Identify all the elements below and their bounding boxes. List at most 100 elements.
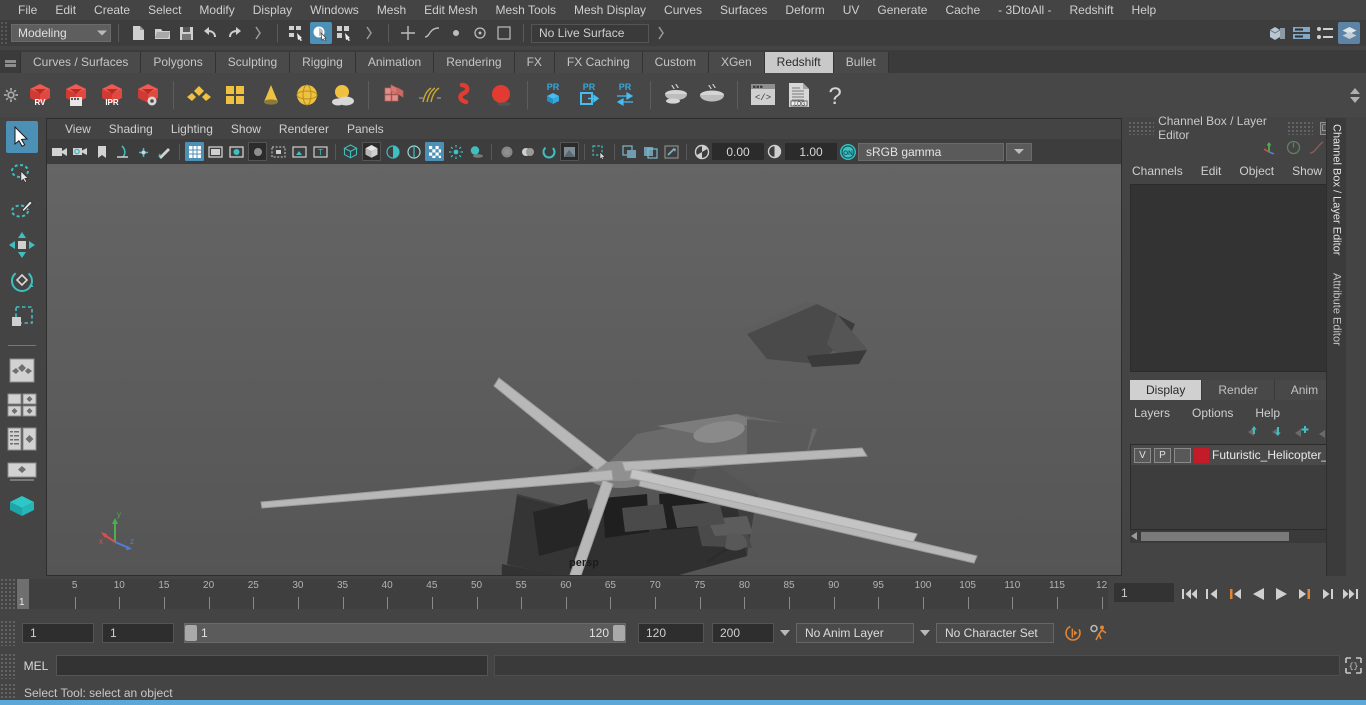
shelf-redshift-volume[interactable] (449, 77, 483, 113)
shelf-tab-grip[interactable] (0, 50, 20, 73)
color-management-value[interactable]: sRGB gamma (858, 142, 1004, 161)
use-default-material-icon[interactable] (404, 142, 423, 161)
select-by-hierarchy-icon[interactable] (286, 22, 308, 44)
film-gate-icon[interactable] (206, 142, 225, 161)
shelf-redshift-render-view[interactable]: RV (23, 77, 57, 113)
anim-layer-dropdown-icon[interactable] (780, 630, 790, 636)
snap-to-projected-center-icon[interactable] (469, 22, 491, 44)
play-backwards-icon[interactable] (1249, 585, 1268, 604)
command-language-label[interactable]: MEL (16, 659, 56, 673)
animation-start-time-field[interactable]: 1 (22, 623, 94, 643)
layer-row[interactable]: V P Futuristic_Helicopter_0 (1131, 445, 1339, 465)
move-layer-down-icon[interactable] (1270, 424, 1286, 441)
layer-list-horizontal-scrollbar[interactable] (1130, 530, 1340, 543)
shelf-redshift-bake-2[interactable] (695, 77, 729, 113)
display-layer-list[interactable]: V P Futuristic_Helicopter_0 (1130, 444, 1340, 530)
move-layer-up-icon[interactable] (1246, 424, 1262, 441)
shelf-redshift-bake-1[interactable] (659, 77, 693, 113)
live-surface-field[interactable]: No Live Surface (531, 23, 649, 43)
menu-uv[interactable]: UV (834, 0, 869, 20)
go-to-start-icon[interactable] (1180, 585, 1199, 604)
channel-box-menu-object[interactable]: Object (1239, 164, 1274, 178)
time-slider[interactable]: 1 5 10 15 20 25 30 35 40 45 50 55 60 65 70 75 80 85 90 95 1… (16, 579, 1108, 609)
menu-curves[interactable]: Curves (655, 0, 711, 20)
viewport-menu-view[interactable]: View (56, 122, 100, 136)
menu-windows[interactable]: Windows (301, 0, 368, 20)
paint-select-tool-button[interactable] (6, 193, 38, 225)
open-scene-icon[interactable] (151, 22, 173, 44)
layer-visibility-toggle[interactable]: V (1134, 447, 1151, 463)
layer-playback-toggle[interactable]: P (1154, 447, 1171, 463)
play-forwards-icon[interactable] (1272, 585, 1291, 604)
anim-layer-field[interactable]: No Anim Layer (796, 623, 914, 643)
shelf-redshift-script-editor[interactable]: </> (746, 77, 780, 113)
exposure-value[interactable]: 0.00 (712, 143, 764, 160)
go-to-end-icon[interactable] (1341, 585, 1360, 604)
command-line-grip[interactable] (0, 652, 16, 679)
shelf-redshift-proxy[interactable] (377, 77, 411, 113)
save-scene-icon[interactable] (175, 22, 197, 44)
shelf-tab-animation[interactable]: Animation (355, 52, 435, 73)
xray-icon[interactable] (290, 142, 309, 161)
step-back-frame-icon[interactable] (1226, 585, 1245, 604)
shelf-tab-polygons[interactable]: Polygons (141, 52, 216, 73)
step-forward-keyframe-icon[interactable] (1318, 585, 1337, 604)
shelf-options-icon[interactable] (0, 73, 22, 117)
status-line-grip[interactable] (0, 21, 9, 45)
vertical-tab-channel-box[interactable]: Channel Box / Layer Editor (1331, 124, 1343, 255)
grease-pencil-icon[interactable] (134, 142, 153, 161)
menu-edit[interactable]: Edit (46, 0, 85, 20)
viewport-menu-show[interactable]: Show (222, 122, 270, 136)
exposure-region-icon[interactable] (269, 142, 288, 161)
menu-display[interactable]: Display (244, 0, 301, 20)
shelf-scroll-up-icon[interactable] (1350, 87, 1360, 94)
character-set-field[interactable]: No Character Set (936, 623, 1054, 643)
tab-render[interactable]: Render (1202, 380, 1275, 400)
layer-color-swatch[interactable] (1194, 447, 1209, 463)
textured-mode-icon[interactable] (425, 142, 444, 161)
shelf-tab-fx[interactable]: FX (514, 52, 555, 73)
menu-select[interactable]: Select (139, 0, 190, 20)
wireframe-shading-icon[interactable] (341, 142, 360, 161)
grid-toggle-icon[interactable] (185, 142, 204, 161)
shelf-redshift-pr-object[interactable]: PR (536, 77, 570, 113)
animation-end-time-field[interactable]: 200 (712, 623, 774, 643)
select-by-object-type-icon[interactable] (310, 22, 332, 44)
snapshot-view-icon[interactable] (662, 142, 681, 161)
shelf-redshift-log[interactable]: .LOG (782, 77, 816, 113)
manipulator-axis-icon[interactable] (1263, 140, 1278, 158)
paint-effects-icon[interactable] (155, 142, 174, 161)
shelf-tab-custom[interactable]: Custom (642, 52, 709, 73)
lasso-select-tool-button[interactable] (6, 157, 38, 189)
show-hide-modeling-toolkit-icon[interactable] (1266, 22, 1288, 44)
menu-edit-mesh[interactable]: Edit Mesh (415, 0, 486, 20)
show-hide-attribute-editor-icon[interactable] (1290, 22, 1312, 44)
shelf-redshift-sphere-object[interactable] (485, 77, 519, 113)
gamma-value[interactable]: 1.00 (785, 143, 837, 160)
rotate-tool-button[interactable] (6, 265, 38, 297)
ambient-occlusion-icon[interactable] (539, 142, 558, 161)
shelf-tab-fx-caching[interactable]: FX Caching (554, 52, 643, 73)
snap-to-grid-icon[interactable] (397, 22, 419, 44)
shelf-tab-curves-surfaces[interactable]: Curves / Surfaces (20, 52, 142, 73)
exposure-icon[interactable] (692, 142, 711, 161)
paste-view-icon[interactable] (641, 142, 660, 161)
shelf-tab-sculpting[interactable]: Sculpting (215, 52, 291, 73)
select-by-component-type-icon[interactable] (334, 22, 356, 44)
curve-icon[interactable] (1309, 140, 1324, 158)
shelf-redshift-dome-light[interactable] (290, 77, 324, 113)
new-layer-icon[interactable] (1294, 424, 1310, 441)
shelf-tab-rigging[interactable]: Rigging (290, 52, 356, 73)
viewport-menu-shading[interactable]: Shading (100, 122, 162, 136)
resolution-gate-icon[interactable] (227, 142, 246, 161)
bookmark-icon[interactable] (92, 142, 111, 161)
shelf-tab-redshift[interactable]: Redshift (764, 52, 834, 73)
menu-set-selector[interactable]: Modeling (11, 24, 111, 42)
menu-3dtoall[interactable]: - 3DtoAll - (989, 0, 1060, 20)
channel-box-menu-show[interactable]: Show (1292, 164, 1322, 178)
isolate-select-icon[interactable] (590, 142, 609, 161)
arrow-right-collapse-icon-2[interactable] (358, 22, 380, 44)
shelf-redshift-material[interactable] (182, 77, 216, 113)
shelf-redshift-hair[interactable] (413, 77, 447, 113)
menu-file[interactable]: File (9, 0, 46, 20)
